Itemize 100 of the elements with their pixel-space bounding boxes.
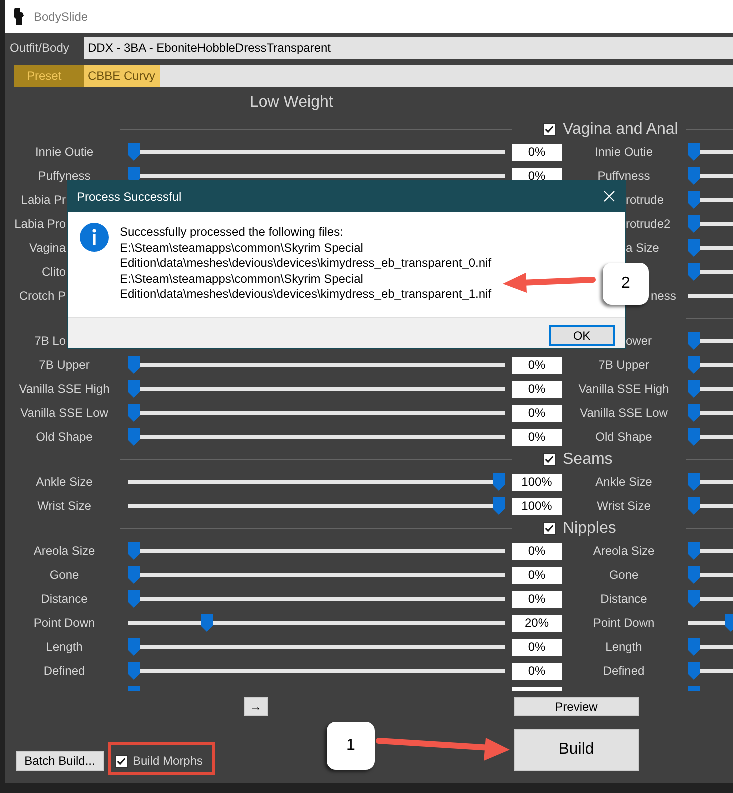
slider-thumb[interactable] bbox=[128, 566, 140, 584]
slider-label: Gone bbox=[609, 568, 639, 582]
build-morphs-checkbox[interactable]: Build Morphs bbox=[115, 754, 204, 768]
slider-label: Ankle Size bbox=[36, 475, 93, 489]
slider-thumb[interactable] bbox=[688, 566, 700, 584]
slider-label: Puffyness bbox=[598, 169, 650, 183]
slider-thumb[interactable] bbox=[493, 473, 505, 491]
slider-thumb[interactable] bbox=[128, 356, 140, 374]
dialog-title: Process Successful bbox=[77, 190, 182, 204]
column-heading: Low Weight bbox=[250, 94, 334, 112]
slider-label: Wrist Size bbox=[597, 499, 651, 513]
slider-thumb[interactable] bbox=[128, 428, 140, 446]
percent-field[interactable]: 0% bbox=[512, 428, 562, 446]
percent-field[interactable]: 0% bbox=[512, 590, 562, 608]
slider-thumb[interactable] bbox=[688, 239, 700, 257]
checkbox-icon[interactable] bbox=[543, 123, 556, 136]
percent-field[interactable]: 0% bbox=[512, 638, 562, 656]
slider-label: Old Shape bbox=[596, 430, 652, 444]
slider-thumb[interactable] bbox=[688, 404, 700, 422]
ok-button[interactable]: OK bbox=[549, 325, 615, 346]
slider-label: Areola Size bbox=[593, 544, 655, 558]
slider-track[interactable] bbox=[128, 356, 505, 374]
slider-thumb[interactable] bbox=[688, 356, 700, 374]
arrow-button[interactable]: → bbox=[244, 697, 268, 716]
preset-dropdown[interactable]: CBBE Curvy bbox=[84, 65, 733, 87]
slider-track[interactable] bbox=[128, 542, 505, 560]
build-button[interactable]: Build bbox=[514, 729, 639, 771]
slider-track[interactable] bbox=[128, 497, 505, 515]
slider-thumb[interactable] bbox=[688, 332, 700, 350]
slider-thumb[interactable] bbox=[128, 662, 140, 680]
group-checkbox[interactable]: Vagina and Anal bbox=[543, 120, 678, 138]
slider-track[interactable] bbox=[128, 614, 505, 632]
percent-field[interactable]: 0% bbox=[512, 662, 562, 680]
slider-label: Areola Size bbox=[34, 544, 96, 558]
slider-thumb[interactable] bbox=[493, 497, 505, 515]
percent-field[interactable]: 0% bbox=[512, 566, 562, 584]
slider-label: ness bbox=[651, 289, 676, 303]
slider-thumb[interactable] bbox=[128, 590, 140, 608]
checkbox-icon[interactable] bbox=[543, 453, 556, 466]
group-checkbox[interactable]: Nipples bbox=[543, 520, 616, 538]
slider-thumb[interactable] bbox=[688, 662, 700, 680]
percent-field[interactable]: 100% bbox=[512, 474, 562, 490]
slider-track[interactable] bbox=[128, 638, 505, 656]
slider-thumb[interactable] bbox=[688, 428, 700, 446]
preview-button[interactable]: Preview bbox=[514, 697, 639, 716]
slider-label: rotrude bbox=[626, 193, 664, 207]
percent-field[interactable]: 20% bbox=[512, 614, 562, 632]
close-icon[interactable] bbox=[604, 191, 615, 202]
slider-label: Point Down bbox=[593, 616, 655, 630]
group-checkbox[interactable]: Seams bbox=[543, 450, 613, 468]
slider-thumb[interactable] bbox=[688, 215, 700, 233]
slider-thumb[interactable] bbox=[128, 143, 140, 161]
slider-thumb[interactable] bbox=[688, 191, 700, 209]
percent-field[interactable]: 0% bbox=[512, 542, 562, 560]
slider-label: Defined bbox=[44, 664, 86, 678]
percent-field[interactable]: 0% bbox=[512, 404, 562, 422]
slider-track[interactable] bbox=[128, 473, 505, 491]
info-icon bbox=[80, 223, 109, 252]
slider-thumb[interactable] bbox=[688, 473, 700, 491]
slider-thumb[interactable] bbox=[128, 638, 140, 656]
slider-track[interactable] bbox=[128, 428, 505, 446]
percent-field[interactable]: 0% bbox=[512, 380, 562, 398]
slider-thumb[interactable] bbox=[688, 143, 700, 161]
slider-thumb[interactable] bbox=[724, 614, 733, 632]
percent-field[interactable]: 0% bbox=[512, 356, 562, 374]
outfit-dropdown[interactable]: DDX - 3BA - EboniteHobbleDressTransparent bbox=[84, 37, 733, 59]
slider-thumb[interactable] bbox=[688, 167, 700, 185]
slider-thumb[interactable] bbox=[128, 404, 140, 422]
slider-track[interactable] bbox=[128, 380, 505, 398]
slider-thumb[interactable] bbox=[688, 542, 700, 560]
slider-thumb[interactable] bbox=[688, 590, 700, 608]
slider-label: Clito bbox=[42, 265, 66, 279]
slider-label: 7B Upper bbox=[598, 358, 650, 372]
file-path: E:\Steam\steamapps\common\Skyrim Special Edition\data\meshes\devious\devices\kimydress_eb_transparent_1.nif bbox=[120, 272, 493, 302]
slider-thumb[interactable] bbox=[688, 263, 700, 281]
file-path: E:\Steam\steamapps\common\Skyrim Special Edition\data\meshes\devious\devices\kimydress_eb_transparent_0.nif bbox=[120, 240, 493, 272]
slider-label: Crotch P bbox=[19, 289, 66, 303]
slider-track[interactable] bbox=[128, 404, 505, 422]
slider-label: ower bbox=[626, 334, 652, 348]
step-marker: 2 bbox=[603, 263, 649, 305]
percent-field[interactable]: 100% bbox=[512, 498, 562, 514]
batch-build-button[interactable]: Batch Build... bbox=[16, 751, 104, 771]
slider-thumb[interactable] bbox=[688, 638, 700, 656]
slider-track[interactable] bbox=[128, 590, 505, 608]
slider-thumb[interactable] bbox=[688, 380, 700, 398]
slider-label: Old Shape bbox=[36, 430, 93, 444]
slider-thumb[interactable] bbox=[201, 614, 213, 632]
slider-track[interactable] bbox=[128, 566, 505, 584]
percent-field[interactable]: 0% bbox=[512, 144, 562, 160]
slider-label: Gone bbox=[50, 568, 80, 582]
checkbox-icon[interactable] bbox=[115, 754, 128, 768]
field-label: Outfit/Body bbox=[10, 41, 70, 55]
slider-thumb[interactable] bbox=[128, 542, 140, 560]
slider-track[interactable] bbox=[128, 662, 505, 680]
slider-thumb[interactable] bbox=[128, 380, 140, 398]
checkbox-icon[interactable] bbox=[543, 522, 556, 535]
slider-track[interactable] bbox=[128, 143, 505, 161]
slider-thumb[interactable] bbox=[688, 497, 700, 515]
slider-label: Innie Outie bbox=[35, 145, 94, 159]
slider-label: 7B Upper bbox=[39, 358, 90, 372]
